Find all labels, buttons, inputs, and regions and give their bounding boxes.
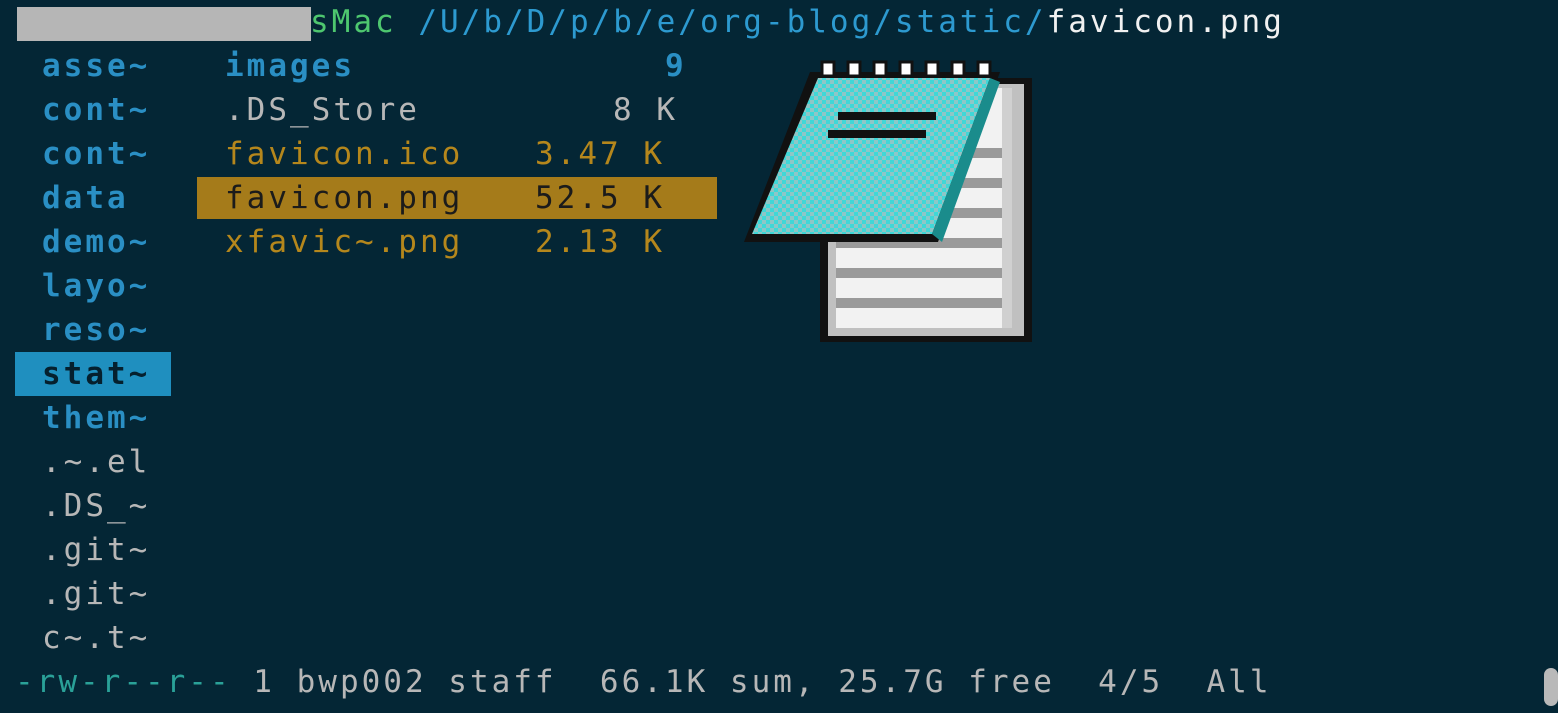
scrollbar[interactable] [1544, 668, 1558, 706]
status-line: -rw-r--r-- 1 bwp002 staff 66.1K sum, 25.… [15, 660, 1272, 704]
parent-item[interactable]: .git~ [15, 528, 171, 572]
file-size: 3.47 K [535, 136, 665, 172]
parent-item[interactable]: cont~ [15, 88, 171, 132]
file-size: 9 [665, 48, 687, 84]
parent-item[interactable]: .~.el [15, 440, 171, 484]
parent-item[interactable]: asse~ [15, 44, 171, 88]
file-name[interactable]: images [225, 44, 355, 88]
parent-item[interactable]: .git~ [15, 572, 171, 616]
file-permissions: -rw-r--r-- [15, 664, 232, 700]
current-filename: favicon.png [1046, 4, 1285, 40]
parent-item[interactable]: them~ [15, 396, 171, 440]
parent-item[interactable]: cont~ [15, 132, 171, 176]
parent-item[interactable]: data [15, 176, 171, 220]
parent-item-selected[interactable]: stat~ [15, 352, 171, 396]
parent-item[interactable]: c~.t~ [15, 616, 171, 660]
file-size: 2.13 K [535, 224, 665, 260]
current-path: /U/b/D/p/b/e/org-blog/static/ [418, 4, 1047, 40]
parent-item[interactable]: reso~ [15, 308, 171, 352]
hostname: sMac [310, 4, 397, 40]
path-bar: sMac /U/b/D/p/b/e/org-blog/static/favico… [310, 0, 1285, 44]
parent-item[interactable]: layo~ [15, 264, 171, 308]
file-size: 8 K [613, 92, 678, 128]
parent-item[interactable]: .DS_~ [15, 484, 171, 528]
parent-item[interactable]: demo~ [15, 220, 171, 264]
file-name-selected[interactable]: favicon.png [225, 176, 463, 220]
file-name[interactable]: xfavic~.png [225, 220, 463, 264]
notepad-icon [744, 60, 1032, 342]
file-name[interactable]: favicon.ico [225, 132, 463, 176]
redacted-hostname [17, 7, 311, 41]
file-name[interactable]: .DS_Store [225, 88, 420, 132]
status-info: 1 bwp002 staff 66.1K sum, 25.7G free 4/5… [231, 664, 1272, 700]
file-size: 52.5 K [535, 180, 665, 216]
